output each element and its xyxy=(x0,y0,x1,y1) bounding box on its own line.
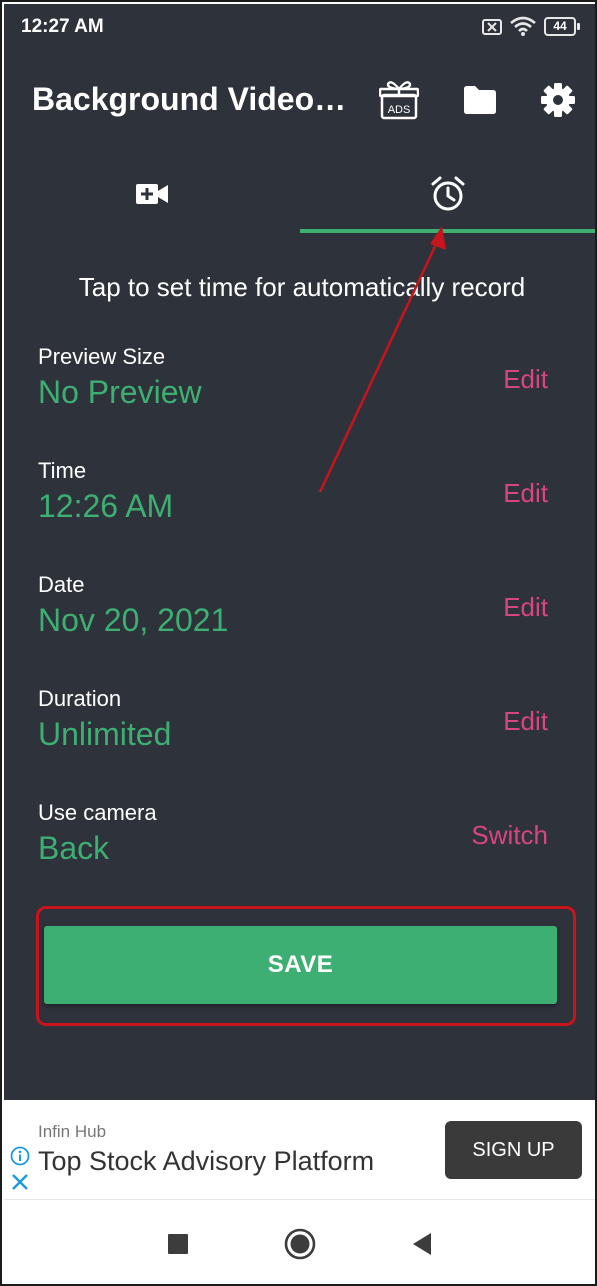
settings-button[interactable] xyxy=(537,78,579,122)
video-camera-icon xyxy=(136,184,168,204)
ad-advertiser: Infin Hub xyxy=(38,1122,107,1141)
alarm-clock-icon xyxy=(431,176,465,211)
setting-value: Back xyxy=(38,830,110,866)
switch-camera-button[interactable]: Switch xyxy=(471,820,548,851)
schedule-hint: Tap to set time for automatically record xyxy=(78,272,526,302)
recent-apps-icon xyxy=(168,1234,188,1254)
tab-bar xyxy=(4,154,595,236)
tab-schedule[interactable] xyxy=(300,154,595,234)
folder-button[interactable] xyxy=(459,80,501,120)
ad-sign-up-button[interactable]: SIGN UP xyxy=(445,1121,582,1179)
screenshot-frame: 12:27 AM 44 Background Video… ADS Tap to… xyxy=(0,0,597,1286)
setting-value: Unlimited xyxy=(38,716,172,752)
setting-label: Time xyxy=(38,458,87,483)
wifi-icon xyxy=(510,16,536,41)
ad-banner[interactable]: Infin Hub Top Stock Advisory Platform SI… xyxy=(4,1100,595,1200)
setting-preview-size: Preview Size No Preview Edit xyxy=(38,344,558,434)
folder-icon xyxy=(464,86,496,114)
ads-label: ADS xyxy=(388,104,411,116)
status-time: 12:27 AM xyxy=(21,16,104,37)
battery-icon: 44 xyxy=(544,17,580,36)
edit-preview-size-button[interactable]: Edit xyxy=(503,364,548,395)
sim-off-icon xyxy=(482,19,502,35)
ad-info-icon[interactable] xyxy=(10,1146,30,1171)
setting-label: Use camera xyxy=(38,800,157,825)
setting-value: Nov 20, 2021 xyxy=(38,602,229,638)
edit-date-button[interactable]: Edit xyxy=(503,592,548,623)
remove-ads-icon: ADS xyxy=(379,81,419,120)
edit-time-button[interactable]: Edit xyxy=(503,478,548,509)
status-bar: 12:27 AM 44 xyxy=(4,4,595,50)
setting-value: 12:26 AM xyxy=(38,488,174,524)
setting-time: Time 12:26 AM Edit xyxy=(38,458,558,548)
setting-label: Preview Size xyxy=(38,344,166,369)
setting-duration: Duration Unlimited Edit xyxy=(38,686,558,776)
back-icon xyxy=(413,1233,431,1255)
setting-value: No Preview xyxy=(38,374,202,410)
remove-ads-button[interactable]: ADS xyxy=(378,78,420,122)
setting-label: Date xyxy=(38,572,85,597)
settings-gear-icon xyxy=(541,83,575,117)
recent-apps-button[interactable] xyxy=(156,1222,200,1266)
selected-tab-indicator xyxy=(300,229,595,233)
app-screen: 12:27 AM 44 Background Video… ADS Tap to… xyxy=(4,4,595,1100)
save-button[interactable]: SAVE xyxy=(44,926,557,1004)
system-nav-bar xyxy=(4,1200,595,1284)
back-button[interactable] xyxy=(400,1222,444,1266)
tab-record[interactable] xyxy=(4,154,300,234)
ad-close-icon[interactable] xyxy=(10,1172,30,1197)
setting-camera: Use camera Back Switch xyxy=(38,800,558,890)
ad-headline[interactable]: Top Stock Advisory Platform xyxy=(38,1146,374,1177)
home-button[interactable] xyxy=(278,1222,322,1266)
setting-label: Duration xyxy=(38,686,122,711)
app-title: Background Video… xyxy=(32,81,347,117)
home-icon xyxy=(284,1228,316,1260)
edit-duration-button[interactable]: Edit xyxy=(503,706,548,737)
setting-date: Date Nov 20, 2021 Edit xyxy=(38,572,558,662)
